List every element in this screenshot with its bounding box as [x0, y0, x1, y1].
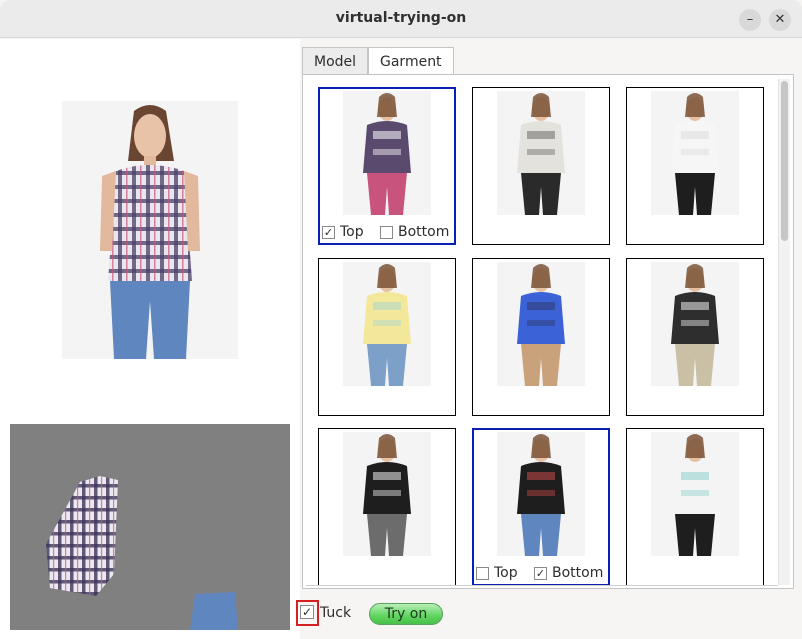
- garment-illustration: [671, 434, 719, 556]
- garment-illustration: [517, 434, 565, 556]
- scrollbar-thumb[interactable]: [781, 81, 788, 241]
- vertical-scrollbar[interactable]: [778, 79, 790, 585]
- tuck-checkbox[interactable]: ✓: [300, 605, 314, 619]
- top-label: Top: [494, 565, 518, 581]
- window-title: virtual-trying-on: [335, 10, 467, 26]
- model-photo-illustration: [100, 105, 200, 359]
- garment-thumbnail: [343, 91, 431, 215]
- top-label: Top: [340, 224, 364, 240]
- garment-cell[interactable]: [472, 258, 610, 416]
- bottom-label: Bottom: [398, 224, 450, 240]
- model-image: [62, 101, 238, 359]
- garment-illustration: [671, 93, 719, 215]
- close-button[interactable]: ✕: [769, 9, 791, 31]
- garment-cell[interactable]: [626, 258, 764, 416]
- top-checkbox[interactable]: ✓: [322, 226, 335, 239]
- check-icon: ✓: [301, 605, 313, 619]
- garment-illustration: [363, 264, 411, 386]
- bottom-checkbox[interactable]: ✓: [534, 567, 547, 580]
- garment-thumbnail: [497, 91, 585, 215]
- garment-part-options: Top ✓ Bottom: [474, 564, 608, 584]
- garment-cell[interactable]: Top ✓ Bottom: [472, 428, 610, 585]
- garment-thumbnail: [497, 262, 585, 386]
- garment-part-options: ✓ Top Bottom: [320, 223, 454, 243]
- minimize-button[interactable]: –: [739, 9, 761, 31]
- garment-illustration: [363, 93, 411, 215]
- try-on-button[interactable]: Try on: [369, 603, 443, 625]
- garment-cell[interactable]: [472, 87, 610, 245]
- garment-cell[interactable]: [626, 87, 764, 245]
- minimize-icon: –: [746, 12, 754, 27]
- top-checkbox[interactable]: [476, 567, 489, 580]
- garment-thumbnail: [651, 432, 739, 556]
- garment-cell[interactable]: [318, 428, 456, 585]
- garment-thumbnail: [343, 262, 431, 386]
- grid-bottom-divider: [306, 585, 778, 586]
- garment-cell[interactable]: [626, 428, 764, 585]
- garment-cell[interactable]: ✓ Top Bottom: [318, 87, 456, 245]
- tuck-label: Tuck: [320, 605, 352, 621]
- garment-cell[interactable]: [318, 258, 456, 416]
- bottom-label: Bottom: [552, 565, 604, 581]
- garment-thumbnail: [343, 432, 431, 556]
- tryon-result-preview: [10, 424, 290, 630]
- check-icon: ✓: [323, 226, 334, 239]
- garment-illustration: [517, 264, 565, 386]
- garment-illustration: [671, 264, 719, 386]
- tab-model[interactable]: Model: [302, 47, 369, 75]
- title-bar: virtual-trying-on – ✕: [0, 0, 802, 38]
- garment-thumbnail: [651, 262, 739, 386]
- close-icon: ✕: [774, 12, 786, 27]
- garment-illustration: [517, 93, 565, 215]
- garment-grid[interactable]: ✓ Top Bottom Top ✓ Bottom: [306, 79, 778, 585]
- garment-illustration: [363, 434, 411, 556]
- bottom-checkbox[interactable]: [380, 226, 393, 239]
- garment-cutout-preview: [46, 476, 238, 630]
- garment-thumbnail: [651, 91, 739, 215]
- garment-thumbnail: [497, 432, 585, 556]
- check-icon: ✓: [535, 567, 546, 580]
- tab-garment[interactable]: Garment: [368, 47, 454, 76]
